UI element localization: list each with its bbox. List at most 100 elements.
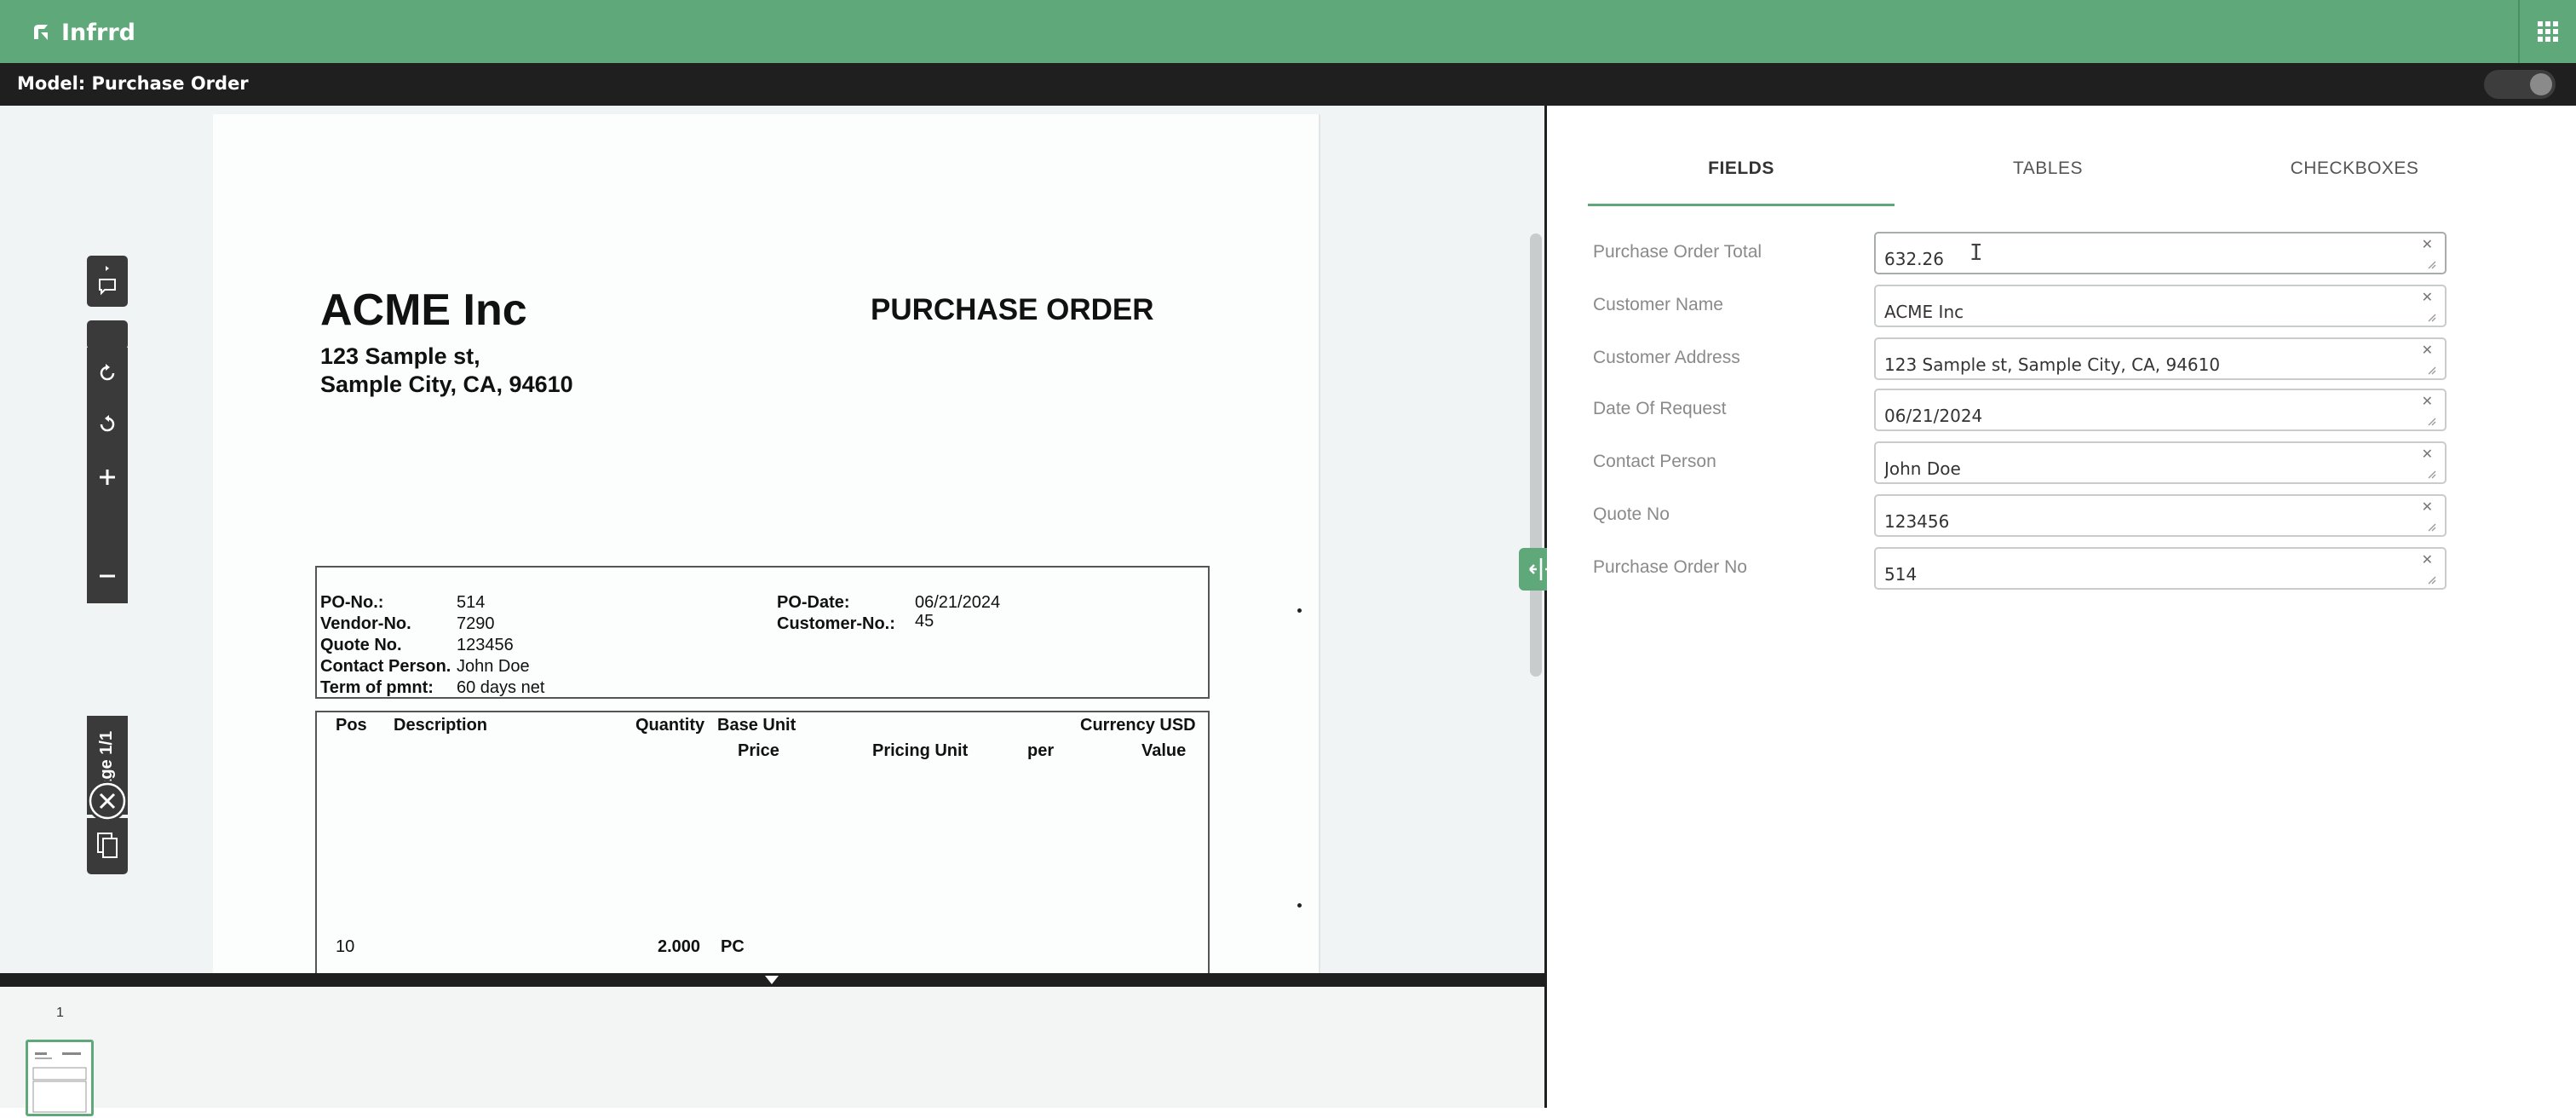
info-value: 60 days net: [457, 678, 545, 697]
col-header-price: Price: [738, 741, 779, 760]
close-viewer-button[interactable]: [87, 781, 128, 821]
extraction-panel: FIELDS TABLES CHECKBOXES Purchase Order …: [1547, 106, 2576, 1108]
tab-checkboxes[interactable]: CHECKBOXES: [2201, 158, 2508, 206]
info-label: PO-No.:: [320, 593, 384, 612]
minus-icon: [100, 574, 115, 578]
clear-icon[interactable]: ✕: [2422, 395, 2433, 409]
field-contact-person[interactable]: ✕: [1874, 441, 2447, 484]
clear-icon[interactable]: ✕: [2422, 448, 2433, 462]
resize-corner-icon[interactable]: [2426, 259, 2436, 269]
info-row: Vendor-No.: [320, 614, 411, 634]
info-row: Quote No.: [320, 636, 402, 655]
brand-name: Infrrd: [61, 19, 135, 46]
info-row: Contact Person.: [320, 657, 451, 677]
info-label: Quote No.: [320, 636, 402, 654]
apps-grid-button[interactable]: [2518, 0, 2576, 63]
thumbnail-drawer-handle[interactable]: [0, 973, 1544, 987]
toggle-knob: [2530, 73, 2552, 95]
thumbnail-strip: 1: [0, 987, 1544, 1116]
field-label-contact-person: Contact Person: [1593, 452, 1716, 471]
info-row: PO-No.:: [320, 593, 383, 613]
rotate-counterclockwise-button[interactable]: [87, 399, 128, 450]
address-line-1: 123 Sample st,: [320, 343, 480, 369]
info-label: Customer-No.:: [777, 614, 895, 633]
resize-corner-icon[interactable]: [2426, 469, 2436, 479]
clear-icon[interactable]: ✕: [2422, 501, 2433, 515]
collapse-arrow-icon: [765, 976, 779, 984]
comment-icon: [99, 266, 116, 296]
row-unit: PC: [721, 937, 745, 956]
field-input-quote-no[interactable]: [1884, 501, 2395, 537]
speck: [1297, 608, 1302, 613]
clear-icon[interactable]: ✕: [2422, 239, 2433, 252]
field-input-purchase-order-total[interactable]: [1884, 239, 2395, 274]
field-label-customer-name: Customer Name: [1593, 295, 1723, 314]
clear-icon[interactable]: ✕: [2422, 344, 2433, 358]
info-row: Customer-No.:: [777, 614, 895, 634]
copy-icon: [97, 833, 118, 858]
col-header-pricing-unit: Pricing Unit: [872, 741, 969, 760]
row-pos: 10: [336, 937, 355, 956]
field-input-contact-person[interactable]: [1884, 448, 2395, 484]
col-header-value: Value: [1141, 741, 1187, 760]
view-toggle[interactable]: [2484, 70, 2556, 99]
brand-logo[interactable]: Infrrd: [29, 17, 135, 48]
info-value: 514: [457, 593, 486, 612]
viewer-scrollbar[interactable]: [1530, 233, 1542, 677]
clear-icon[interactable]: ✕: [2422, 291, 2433, 305]
resize-corner-icon[interactable]: [2426, 574, 2436, 585]
clear-icon[interactable]: ✕: [2422, 554, 2433, 568]
info-row: Term of pmnt:: [320, 678, 434, 698]
field-customer-address[interactable]: ✕: [1874, 337, 2447, 380]
tab-tables[interactable]: TABLES: [1895, 158, 2201, 206]
infrrd-logo-icon: [34, 25, 48, 40]
resize-corner-icon[interactable]: [2426, 312, 2436, 322]
document-title: PURCHASE ORDER: [871, 293, 1154, 326]
zoom-level-track[interactable]: [87, 504, 128, 549]
line-items-table: Pos Description Quantity Base Unit Curre…: [315, 711, 1210, 973]
field-label-quote-no: Quote No: [1593, 504, 1670, 524]
field-quote-no[interactable]: ✕: [1874, 494, 2447, 537]
row-quantity: 2.000: [658, 937, 701, 956]
info-value: 7290: [457, 614, 495, 633]
field-label-date-of-request: Date Of Request: [1593, 399, 1727, 418]
company-name: ACME Inc: [320, 285, 527, 335]
resize-corner-icon[interactable]: [2426, 416, 2436, 426]
resize-corner-icon[interactable]: [2426, 522, 2436, 532]
copy-pages-button[interactable]: [87, 818, 128, 874]
col-header-per: per: [1027, 741, 1055, 760]
resize-corner-icon[interactable]: [2426, 365, 2436, 375]
field-input-date-of-request[interactable]: [1884, 395, 2395, 431]
page-thumbnail[interactable]: [26, 1040, 94, 1116]
col-header-quantity: Quantity: [635, 716, 705, 735]
tab-fields[interactable]: FIELDS: [1588, 158, 1895, 206]
speck: [1297, 903, 1302, 908]
col-header-currency: Currency USD: [1080, 716, 1196, 735]
field-input-customer-address[interactable]: [1884, 344, 2395, 380]
info-value: 06/21/2024: [915, 593, 1001, 612]
field-input-purchase-order-no[interactable]: [1884, 554, 2395, 590]
field-input-customer-name[interactable]: [1884, 291, 2395, 327]
rotate-ccw-icon: [100, 415, 115, 432]
field-customer-name[interactable]: ✕: [1874, 285, 2447, 327]
plus-icon: [100, 470, 115, 485]
address-line-2: Sample City, CA, 94610: [320, 372, 573, 397]
field-date-of-request[interactable]: ✕: [1874, 389, 2447, 431]
col-header-description: Description: [394, 716, 488, 735]
rotate-clockwise-button[interactable]: [87, 348, 128, 399]
info-value: John Doe: [457, 657, 530, 676]
top-bar: Infrrd: [0, 0, 2576, 63]
document-viewer[interactable]: ACME Inc 123 Sample st, Sample City, CA,…: [0, 106, 1544, 973]
field-purchase-order-no[interactable]: ✕: [1874, 547, 2447, 590]
info-label: PO-Date:: [777, 593, 850, 612]
field-label-purchase-order-total: Purchase Order Total: [1593, 242, 1762, 262]
field-purchase-order-total[interactable]: ✕: [1874, 232, 2447, 274]
info-label: Term of pmnt:: [320, 678, 434, 697]
comment-tool-button[interactable]: [87, 256, 128, 307]
zoom-out-button[interactable]: [87, 549, 128, 603]
field-label-customer-address: Customer Address: [1593, 348, 1740, 367]
text-cursor-icon: I: [1969, 240, 1983, 266]
zoom-in-button[interactable]: [87, 450, 128, 504]
thumbnail-preview-icon: [32, 1052, 87, 1113]
model-header: Model: Purchase Order: [0, 63, 2576, 106]
